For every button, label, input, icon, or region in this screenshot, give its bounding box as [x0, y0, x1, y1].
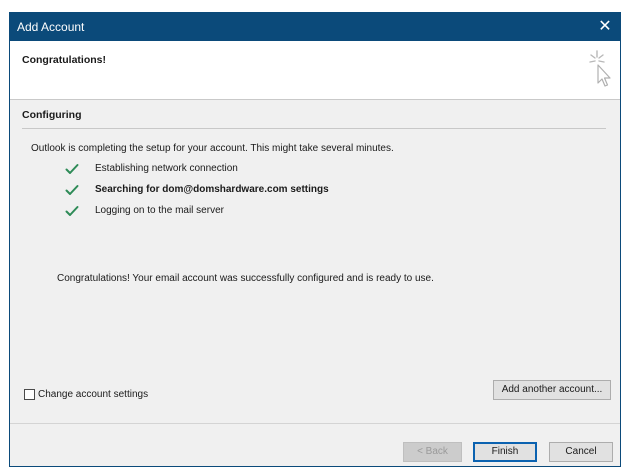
title-bar: Add Account ✕: [10, 13, 620, 41]
header-heading: Congratulations!: [22, 54, 106, 66]
section-title: Configuring: [22, 109, 82, 121]
window-title: Add Account: [17, 20, 85, 34]
footer-divider: [10, 423, 620, 424]
close-icon[interactable]: ✕: [590, 13, 620, 41]
finish-button[interactable]: Finish: [473, 442, 537, 462]
section-divider: [22, 128, 606, 129]
dialog-header: Congratulations!: [10, 41, 620, 100]
change-account-settings-checkbox[interactable]: [24, 389, 35, 400]
change-account-settings-label[interactable]: Change account settings: [38, 389, 148, 400]
checkmark-icon: [65, 185, 79, 195]
back-button: < Back: [403, 442, 462, 462]
checkmark-icon: [65, 164, 79, 174]
add-another-account-button[interactable]: Add another account...: [493, 380, 611, 400]
add-account-dialog: Add Account ✕ Congratulations! Configuri…: [9, 12, 621, 467]
success-message: Congratulations! Your email account was …: [57, 273, 434, 284]
setup-intro-text: Outlook is completing the setup for your…: [31, 143, 394, 154]
setup-step-label: Searching for dom@domshardware.com setti…: [95, 184, 329, 195]
setup-step-label: Logging on to the mail server: [95, 205, 224, 216]
setup-step-label: Establishing network connection: [95, 163, 238, 174]
checkmark-icon: [65, 206, 79, 216]
wizard-cursor-sparkle-icon: [589, 50, 611, 87]
cancel-button[interactable]: Cancel: [549, 442, 613, 462]
